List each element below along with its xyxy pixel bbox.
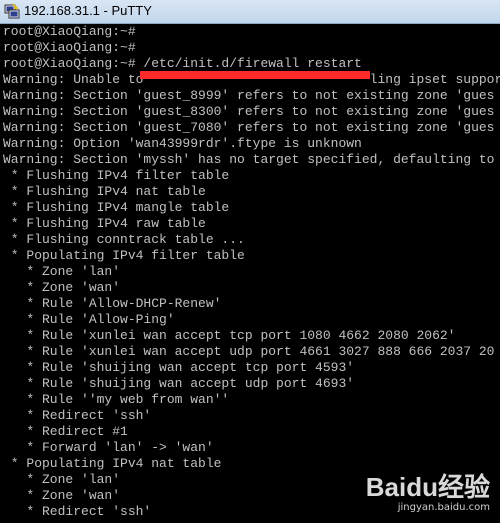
window-title: 192.168.31.1 - PuTTY [24,3,152,18]
putty-icon[interactable] [4,3,20,19]
terminal-line: * Rule 'Allow-DHCP-Renew' [3,296,222,311]
terminal-line: Warning: Section 'guest_8300' refers to … [3,104,495,119]
terminal-line: * Zone 'wan' [3,488,121,503]
window-titlebar[interactable]: 192.168.31.1 - PuTTY [0,0,500,24]
watermark-logo: Baidu经验 [366,467,490,504]
terminal-line: * Redirect #1 [3,424,128,439]
terminal-line: * Flushing IPv4 filter table [3,168,230,183]
terminal-line: * Zone 'lan' [3,472,121,487]
terminal-line: Warning: Section 'guest_8999' refers to … [3,88,495,103]
terminal-line: * Rule ''my web from wan'' [3,392,230,407]
terminal-line: * Redirect 'ssh' [3,504,152,519]
terminal-line: * Populating IPv4 nat table [3,456,222,471]
terminal-line: * Flushing IPv4 nat table [3,184,206,199]
terminal-line: * Flushing IPv4 raw table [3,216,206,231]
watermark-suffix: 经验 [437,472,490,502]
terminal-line: Warning: Option 'wan43999rdr'.ftype is u… [3,136,362,151]
terminal-line: * Flushing IPv4 mangle table [3,200,230,215]
terminal-line: * Rule 'xunlei wan accept udp port 4661 … [3,344,495,359]
terminal-line: * Zone 'lan' [3,264,121,279]
terminal-line: * Zone 'wan' [3,280,121,295]
terminal-line: * Rule 'xunlei wan accept tcp port 1080 … [3,328,456,343]
terminal-line: root@XiaoQiang:~# /etc/init.d/firewall r… [3,56,362,71]
redaction-bar [140,71,370,79]
terminal-line: * Forward 'lan' -> 'wan' [3,440,214,455]
terminal-line: Warning: Section 'guest_7080' refers to … [3,120,495,135]
terminal-line: * Rule 'Allow-Ping' [3,312,175,327]
watermark-brand: Baidu [365,472,438,502]
terminal-line: Warning: Section 'myssh' has no target s… [3,152,495,167]
terminal-line: * Rule 'shuijing wan accept tcp port 459… [3,360,355,375]
terminal-line: * Populating IPv4 filter table [3,248,245,263]
terminal-line: root@XiaoQiang:~# [3,40,136,55]
terminal-line: * Rule 'shuijing wan accept udp port 469… [3,376,355,391]
terminal-output[interactable]: root@XiaoQiang:~# root@XiaoQiang:~# root… [0,24,500,523]
terminal-line: * Flushing conntrack table ... [3,232,245,247]
baidu-watermark: Baidu经验 jingyan.baidu.com [366,467,490,513]
terminal-line: * Redirect 'ssh' [3,408,152,423]
terminal-line: root@XiaoQiang:~# [3,24,136,39]
